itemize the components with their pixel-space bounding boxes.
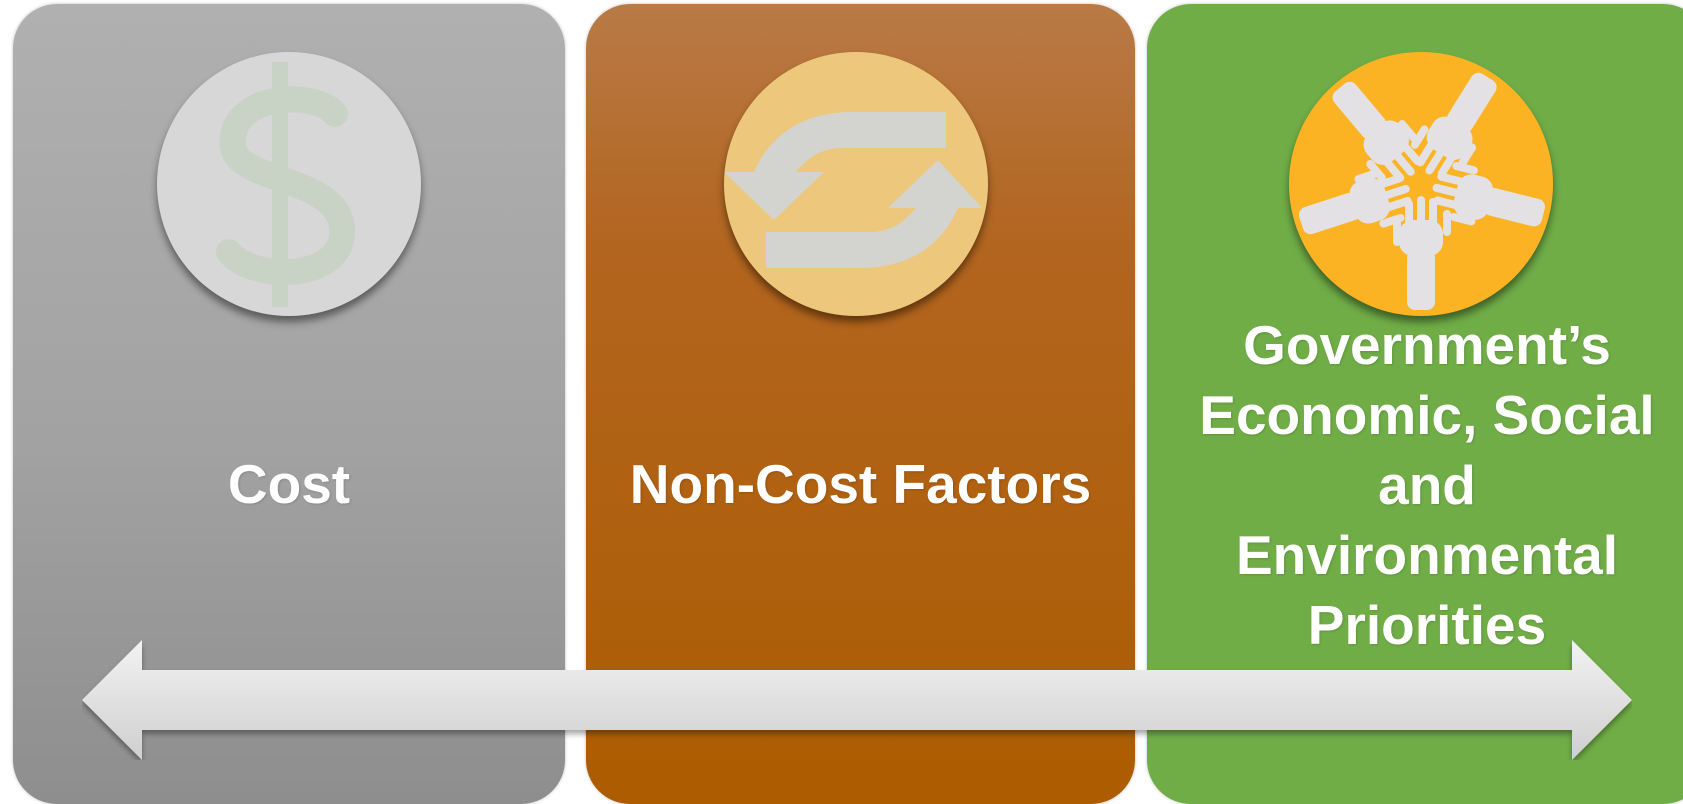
refresh-cycle-icon (724, 52, 988, 316)
dollar-sign-icon (157, 52, 421, 316)
hands-together-icon (1289, 52, 1553, 316)
government-priorities-line: Economic, Social (1199, 384, 1655, 446)
government-priorities-line: Environmental (1235, 524, 1619, 586)
government-priorities-label: Government’s Economic, Social and Enviro… (1147, 310, 1683, 660)
cost-label: Cost (227, 453, 351, 515)
double-headed-arrow-icon (82, 640, 1632, 760)
government-priorities-line: and (1378, 454, 1476, 516)
government-priorities-line: Government’s (1243, 314, 1611, 376)
non-cost-factors-label: Non-Cost Factors (629, 453, 1092, 515)
